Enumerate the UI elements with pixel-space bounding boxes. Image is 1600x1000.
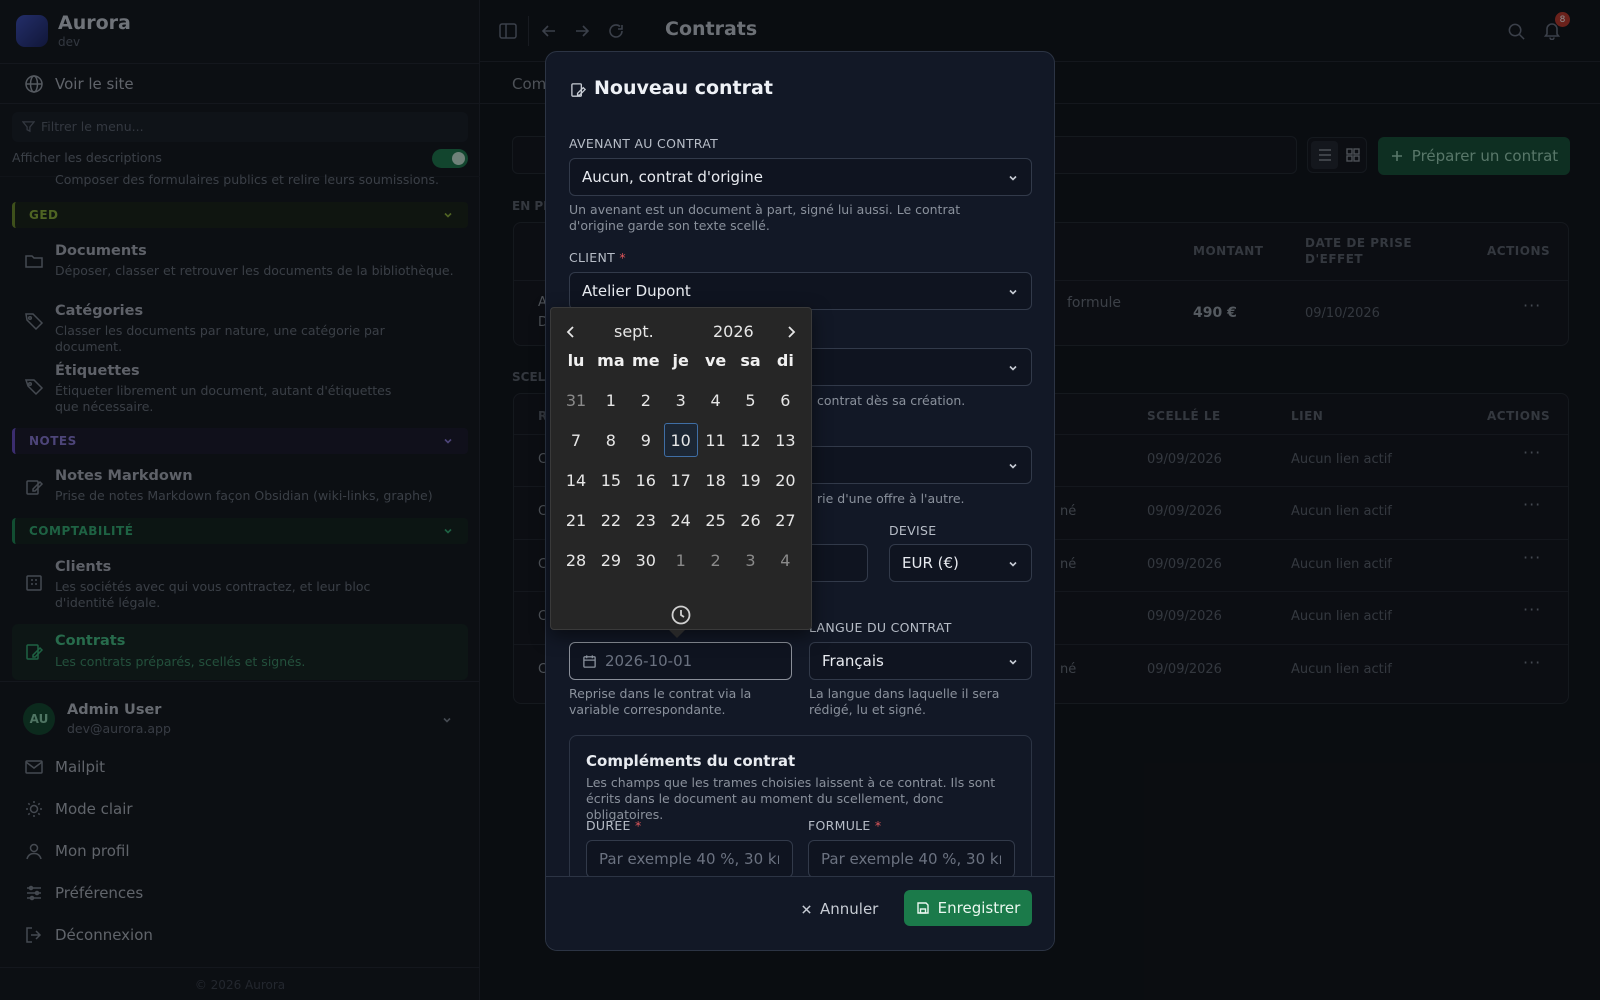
dp-day[interactable]: 25: [699, 503, 733, 537]
clock-icon[interactable]: [670, 604, 692, 626]
dp-day[interactable]: 18: [699, 463, 733, 497]
offer-help-partial: rie d'une offre à l'autre.: [817, 491, 965, 506]
langue-help: La langue dans laquelle il sera rédigé, …: [809, 686, 1000, 717]
complements-title: Compléments du contrat: [586, 752, 796, 770]
save-label: Enregistrer: [937, 899, 1021, 917]
chevron-down-icon: [1007, 656, 1019, 668]
dp-day[interactable]: 21: [559, 503, 593, 537]
date-placeholder: 2026-10-01: [605, 652, 693, 670]
dp-weekday: ve: [704, 350, 727, 370]
dp-day[interactable]: 16: [629, 463, 663, 497]
dp-day[interactable]: 23: [629, 503, 663, 537]
close-icon: [801, 904, 812, 915]
dp-day[interactable]: 31: [559, 383, 593, 417]
duree-placeholder: Par exemple 40 %, 30 km, c: [599, 850, 779, 868]
dp-day[interactable]: 17: [664, 463, 698, 497]
dp-day[interactable]: 14: [559, 463, 593, 497]
dp-day[interactable]: 20: [768, 463, 802, 497]
dp-weekday: lu: [567, 350, 585, 370]
dp-day[interactable]: 24: [664, 503, 698, 537]
langue-select[interactable]: Français: [809, 642, 1032, 680]
dp-day[interactable]: 19: [734, 463, 768, 497]
dp-day[interactable]: 22: [594, 503, 628, 537]
formule-placeholder: Par exemple 40 %, 30 km, c: [821, 850, 1001, 868]
formule-input[interactable]: Par exemple 40 %, 30 km, c: [808, 840, 1015, 878]
date-picker: sept. 2026 lu ma me je ve sa di 31 1 2 3 4 5 6 7 8 9 10 11…: [550, 307, 812, 638]
cancel-label: Annuler: [820, 900, 879, 918]
dp-day[interactable]: 1: [594, 383, 628, 417]
dialog-title: Nouveau contrat: [594, 77, 773, 99]
dp-day[interactable]: 1: [664, 543, 698, 577]
dp-day[interactable]: 4: [768, 543, 802, 577]
client-select[interactable]: Atelier Dupont: [569, 272, 1032, 310]
chevron-down-icon: [1007, 558, 1019, 570]
dp-day[interactable]: 30: [629, 543, 663, 577]
dp-day[interactable]: 15: [594, 463, 628, 497]
dp-year[interactable]: 2026: [713, 322, 754, 341]
avenant-value: Aucun, contrat d'origine: [582, 168, 763, 186]
dp-day[interactable]: 6: [768, 383, 802, 417]
dp-day[interactable]: 4: [699, 383, 733, 417]
template-help-partial: contrat dès sa création.: [817, 393, 966, 408]
devise-select[interactable]: EUR (€): [889, 544, 1032, 582]
save-button[interactable]: Enregistrer: [904, 890, 1032, 926]
dialog-footer: Annuler Enregistrer: [546, 876, 1054, 950]
langue-value: Français: [822, 652, 884, 670]
dp-day[interactable]: 8: [594, 423, 628, 457]
save-icon: [916, 901, 930, 915]
chevron-down-icon: [1007, 362, 1019, 374]
dp-day[interactable]: 2: [699, 543, 733, 577]
dp-day[interactable]: 11: [699, 423, 733, 457]
dp-weekday: sa: [740, 350, 761, 370]
formule-label: FORMULE *: [808, 818, 882, 833]
dp-day[interactable]: 27: [768, 503, 802, 537]
complements-help: Les champs que les trames choisies laiss…: [586, 775, 996, 822]
dp-weekday: di: [776, 350, 794, 370]
avenant-select[interactable]: Aucun, contrat d'origine: [569, 158, 1032, 196]
dp-day[interactable]: 9: [629, 423, 663, 457]
dp-day[interactable]: 29: [594, 543, 628, 577]
dp-day[interactable]: 26: [734, 503, 768, 537]
dp-day[interactable]: 12: [734, 423, 768, 457]
chevron-down-icon: [1007, 286, 1019, 298]
client-value: Atelier Dupont: [582, 282, 691, 300]
dp-day[interactable]: 7: [559, 423, 593, 457]
prev-month-icon[interactable]: [565, 325, 577, 339]
next-month-icon[interactable]: [785, 325, 797, 339]
dp-day[interactable]: 28: [559, 543, 593, 577]
chevron-down-icon: [1007, 460, 1019, 472]
effective-date-input[interactable]: 2026-10-01: [569, 642, 792, 680]
avenant-label: AVENANT AU CONTRAT: [569, 136, 719, 151]
dp-month[interactable]: sept.: [614, 322, 654, 341]
langue-label: LANGUE DU CONTRAT: [809, 620, 952, 635]
devise-value: EUR (€): [902, 554, 959, 572]
duree-input[interactable]: Par exemple 40 %, 30 km, c: [586, 840, 793, 878]
dp-weekday: me: [632, 350, 660, 370]
date-help: Reprise dans le contrat via la variable …: [569, 686, 752, 717]
calendar-icon: [582, 654, 597, 669]
dp-weekday: ma: [597, 350, 625, 370]
dp-day[interactable]: 3: [734, 543, 768, 577]
devise-label: DEVISE: [889, 523, 937, 538]
dp-weekday: je: [672, 350, 689, 370]
dp-day[interactable]: 3: [664, 383, 698, 417]
edit-document-icon: [570, 82, 587, 99]
cancel-button[interactable]: Annuler: [801, 900, 878, 918]
duree-label: DUREE *: [586, 818, 642, 833]
dp-day[interactable]: 2: [629, 383, 663, 417]
dp-day[interactable]: 5: [734, 383, 768, 417]
avenant-help: Un avenant est un document à part, signé…: [569, 202, 961, 233]
client-label: CLIENT *: [569, 250, 626, 265]
dp-day[interactable]: 10: [663, 423, 698, 457]
dp-pointer: [669, 630, 685, 638]
chevron-down-icon: [1007, 172, 1019, 184]
dp-day[interactable]: 13: [768, 423, 802, 457]
